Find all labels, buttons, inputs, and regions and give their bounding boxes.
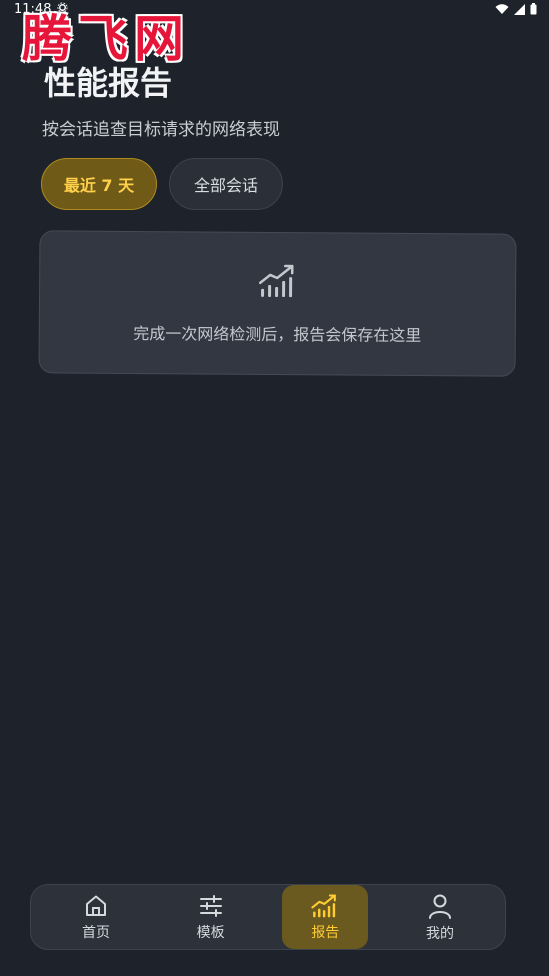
empty-state-message: 完成一次网络检测后，报告会保存在这里 <box>133 323 422 345</box>
empty-report-card: 完成一次网络检测后，报告会保存在这里 <box>38 230 517 377</box>
cellular-signal-icon <box>514 3 525 15</box>
app-screen: 11:48 腾飞网 性能报告 按会话追查目标请求的网络表现 最近 7 天 全部会… <box>0 0 549 976</box>
battery-icon <box>530 3 537 15</box>
nav-item-reports[interactable]: 报告 <box>282 885 369 949</box>
filter-last-7-days[interactable]: 最近 7 天 <box>41 158 157 210</box>
page-subtitle: 按会话追查目标请求的网络表现 <box>42 120 280 140</box>
watermark-logo: 腾飞网 <box>22 9 190 68</box>
nav-label-home: 首页 <box>82 924 110 941</box>
nav-label-reports: 报告 <box>311 924 340 941</box>
wifi-icon <box>495 3 509 15</box>
chart-icon <box>311 893 339 919</box>
nav-label-profile: 我的 <box>425 925 454 942</box>
user-icon <box>427 892 453 920</box>
status-right <box>495 3 537 15</box>
nav-label-templates: 模板 <box>196 924 225 941</box>
nav-item-home[interactable]: 首页 <box>53 885 139 949</box>
signal-chart-icon <box>258 262 298 302</box>
nav-item-templates[interactable]: 模板 <box>168 885 254 949</box>
nav-item-profile[interactable]: 我的 <box>397 885 483 949</box>
filter-all-sessions[interactable]: 全部会话 <box>169 158 283 210</box>
bottom-nav: 首页 模板 报告 我的 <box>30 884 506 950</box>
home-icon <box>83 893 109 919</box>
sliders-icon <box>198 893 224 919</box>
